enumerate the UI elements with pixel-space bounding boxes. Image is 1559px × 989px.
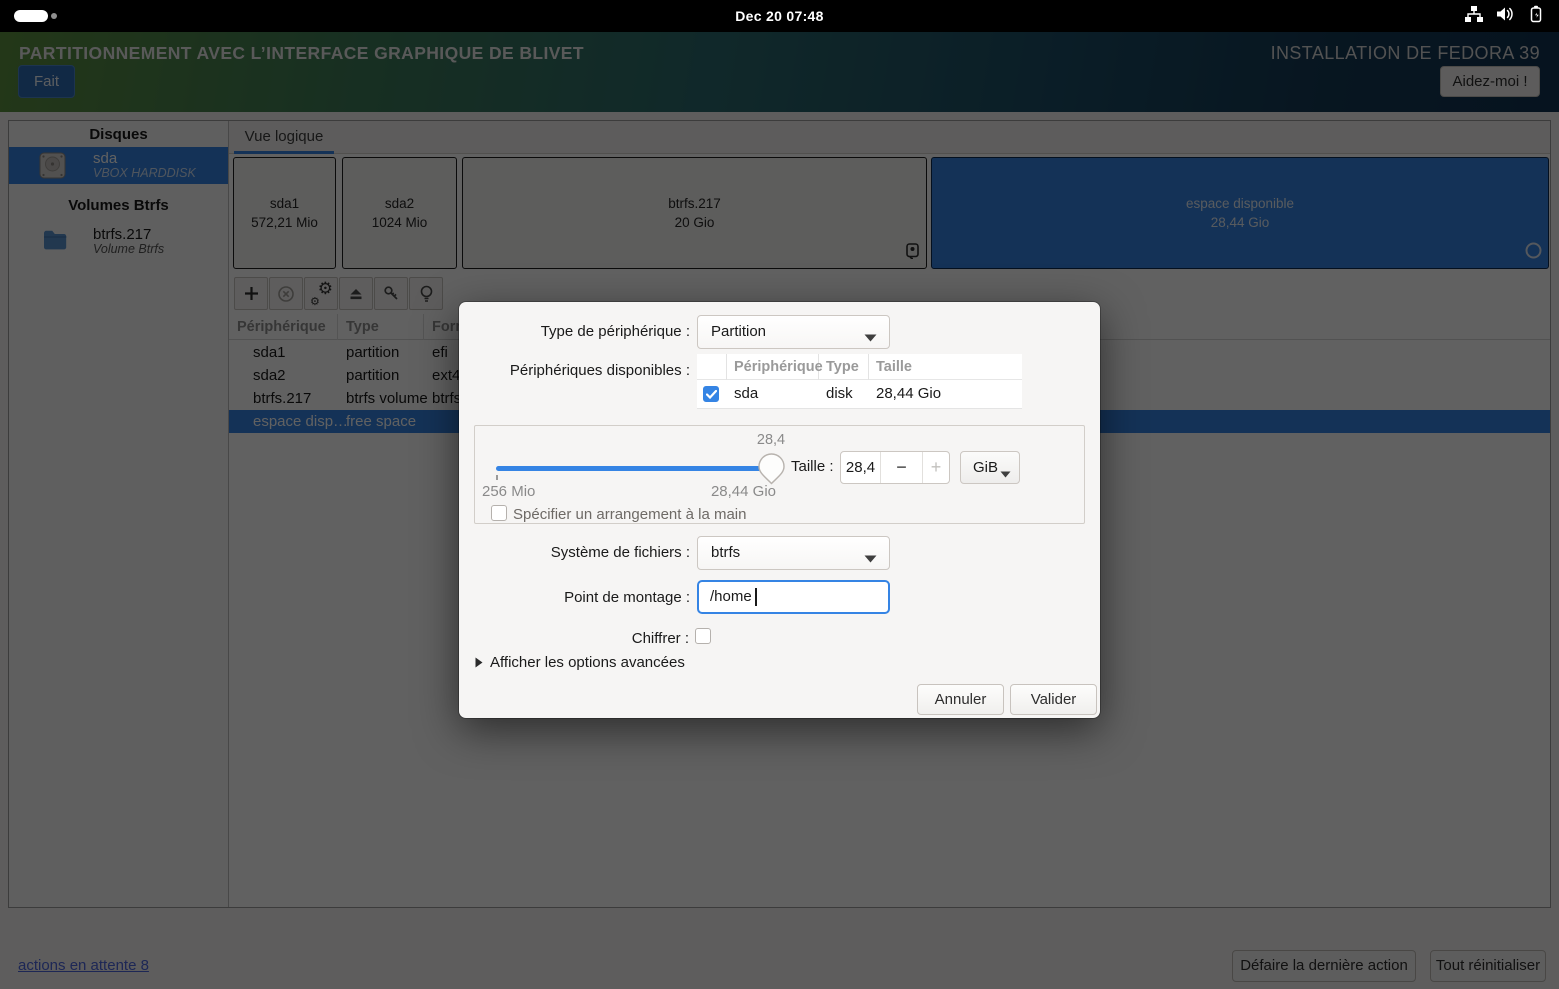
battery-charging-icon xyxy=(1527,5,1545,28)
add-device-dialog: Type de périphérique : Partition Périphé… xyxy=(459,302,1100,718)
screen: Dec 20 07:48 PARTITIONNEMENT AVEC L’INTE… xyxy=(0,0,1559,989)
cancel-button[interactable]: Annuler xyxy=(917,684,1004,715)
device-type-select[interactable]: Partition xyxy=(697,315,890,349)
chevron-down-icon xyxy=(864,329,877,347)
ok-button[interactable]: Valider xyxy=(1010,684,1097,715)
size-section: 28,4 256 Mio 28,44 Gio Taille : 28,4 − +… xyxy=(474,425,1085,524)
unit-value: GiB xyxy=(973,452,998,483)
device-checkbox[interactable] xyxy=(703,386,719,402)
size-spin-value[interactable]: 28,4 xyxy=(841,452,880,483)
slider-min-tick xyxy=(496,475,498,480)
check-icon xyxy=(706,390,717,399)
size-spinbutton: 28,4 − + xyxy=(840,451,950,484)
spin-plus-button[interactable]: + xyxy=(922,452,949,483)
spin-minus-button[interactable]: − xyxy=(880,452,922,483)
clock[interactable]: Dec 20 07:48 xyxy=(0,0,1559,32)
chevron-down-icon xyxy=(1000,465,1011,482)
encrypt-checkbox[interactable] xyxy=(695,628,711,644)
mountpoint-input[interactable]: /home xyxy=(697,580,890,614)
slider-min-label: 256 Mio xyxy=(482,483,535,500)
available-devices-header: Périphérique Type Taille xyxy=(697,354,1022,380)
advanced-options-label: Afficher les options avancées xyxy=(490,654,685,671)
volume-icon xyxy=(1496,6,1514,27)
mountpoint-label: Point de montage : xyxy=(459,589,690,606)
encrypt-label: Chiffrer : xyxy=(459,630,689,647)
size-label: Taille : xyxy=(791,458,834,475)
manual-arrangement-checkbox[interactable] xyxy=(491,505,507,521)
size-slider-track[interactable] xyxy=(496,466,773,471)
text-caret xyxy=(755,588,757,606)
network-icon xyxy=(1465,6,1483,27)
device-type-value: Partition xyxy=(711,316,766,348)
chevron-down-icon xyxy=(864,550,877,568)
filesystem-select[interactable]: btrfs xyxy=(697,536,890,570)
slider-value: 28,4 xyxy=(741,432,801,448)
mountpoint-value: /home xyxy=(710,582,752,612)
filesystem-value: btrfs xyxy=(711,537,740,569)
available-devices-label: Périphériques disponibles : xyxy=(459,362,690,379)
unit-select[interactable]: GiB xyxy=(960,451,1020,484)
triangle-right-icon xyxy=(475,657,483,668)
col-type: Type xyxy=(819,354,869,380)
slider-max-label: 28,44 Gio xyxy=(675,483,776,500)
device-type-label: Type de périphérique : xyxy=(459,323,690,340)
system-tray[interactable] xyxy=(1465,0,1545,32)
filesystem-label: Système de fichiers : xyxy=(459,544,690,561)
manual-arrangement-label: Spécifier un arrangement à la main xyxy=(513,506,746,523)
col-check xyxy=(697,354,727,380)
col-device: Périphérique xyxy=(727,354,819,380)
advanced-options-expander[interactable]: Afficher les options avancées xyxy=(475,654,685,671)
available-devices-table: Périphérique Type Taille sda disk 28,44 … xyxy=(697,354,1022,409)
top-bar: Dec 20 07:48 xyxy=(0,0,1559,32)
available-device-row-sda[interactable]: sda disk 28,44 Gio xyxy=(697,380,1022,408)
col-size: Taille xyxy=(869,354,1022,380)
